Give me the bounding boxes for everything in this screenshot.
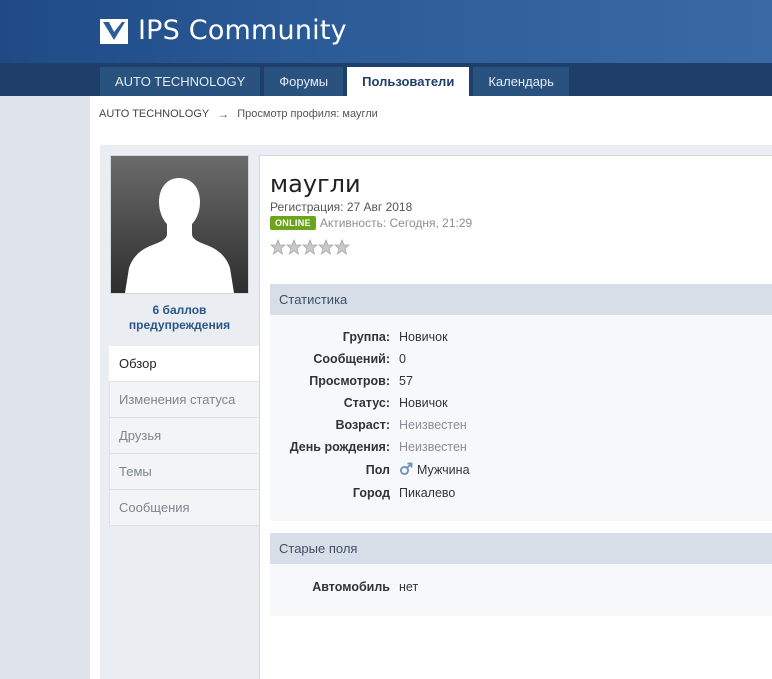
site-title: IPS Community [138, 14, 347, 46]
warning-points-count: 6 баллов [152, 303, 207, 317]
star-icon[interactable] [286, 239, 302, 255]
stat-value: Пикалево [399, 486, 456, 500]
stat-value: 0 [399, 352, 406, 366]
star-icon[interactable] [270, 239, 286, 255]
stat-label: Пол [365, 463, 390, 477]
field-value: нет [399, 580, 419, 594]
last-activity: Активность: Сегодня, 21:29 [319, 216, 473, 230]
profile-main: маугли Регистрация: 27 Авг 2018 ONLINE А… [259, 155, 772, 679]
stat-value: Неизвестен [399, 440, 467, 454]
stat-label: День рождения: [289, 440, 390, 454]
breadcrumb-current: Просмотр профиля: маугли [237, 108, 378, 120]
main-nav: AUTO TECHNOLOGY Форумы Пользователи Кале… [0, 63, 772, 96]
star-icon[interactable] [334, 239, 350, 255]
old-fields-section-title: Старые поля [270, 533, 772, 564]
warning-points-label: предупреждения [128, 318, 231, 332]
stat-value: Новичок [399, 330, 448, 344]
profile-status-line: ONLINE Активность: Сегодня, 21:29 [270, 216, 472, 230]
star-icon[interactable] [302, 239, 318, 255]
menu-item-status-updates[interactable]: Изменения статуса [109, 382, 259, 418]
stat-value: Мужчина [417, 463, 470, 477]
profile-joined-date: Регистрация: 27 Авг 2018 [270, 200, 413, 214]
stat-row-group: Группа: Новичок [270, 326, 772, 348]
breadcrumb-arrow-icon: → [217, 107, 230, 121]
breadcrumb: AUTO TECHNOLOGY → Просмотр профиля: мауг… [99, 107, 378, 121]
avatar[interactable] [110, 155, 249, 294]
stats-section-title: Статистика [270, 284, 772, 315]
tab-auto-technology[interactable]: AUTO TECHNOLOGY [100, 67, 261, 96]
site-logo[interactable]: IPS Community [100, 14, 347, 46]
profile-container: 6 баллов предупреждения Обзор Изменения … [100, 145, 772, 679]
field-label: Автомобиль [312, 580, 390, 594]
warning-points-link[interactable]: 6 баллов предупреждения [100, 303, 259, 333]
stat-row-city: Город Пикалево [270, 482, 772, 504]
page-content: AUTO TECHNOLOGY → Просмотр профиля: мауг… [90, 96, 772, 679]
menu-item-overview[interactable]: Обзор [109, 346, 259, 382]
stat-label: Город [352, 486, 390, 500]
tab-members[interactable]: Пользователи [347, 67, 470, 96]
stat-value: Неизвестен [399, 418, 467, 432]
profile-menu: Обзор Изменения статуса Друзья Темы Сооб… [109, 346, 259, 526]
online-badge: ONLINE [270, 216, 316, 230]
stat-label: Сообщений: [313, 352, 390, 366]
stat-label: Возраст: [335, 418, 390, 432]
old-fields-section: Автомобиль нет [270, 564, 772, 616]
menu-item-friends[interactable]: Друзья [109, 418, 259, 454]
stat-label: Статус: [343, 396, 390, 410]
stats-section: Группа: Новичок Сообщений: 0 Просмотров:… [270, 315, 772, 521]
menu-item-posts[interactable]: Сообщения [109, 490, 259, 526]
stat-row-age: Возраст: Неизвестен [270, 414, 772, 436]
site-header: IPS Community [0, 0, 772, 63]
stat-row-status: Статус: Новичок [270, 392, 772, 414]
stat-value: Новичок [399, 396, 448, 410]
stat-value: 57 [399, 374, 413, 388]
tab-calendar[interactable]: Календарь [473, 67, 569, 96]
stat-row-birthday: День рождения: Неизвестен [270, 436, 772, 458]
stat-row-posts: Сообщений: 0 [270, 348, 772, 370]
tab-forums[interactable]: Форумы [264, 67, 344, 96]
old-field-row-car: Автомобиль нет [270, 576, 772, 598]
stat-row-gender: Пол Мужчина [270, 459, 772, 481]
ips-logo-icon [100, 19, 128, 44]
male-gender-icon [400, 462, 413, 475]
stat-value-gender: Мужчина [399, 459, 470, 481]
stat-label: Группа: [342, 330, 390, 344]
stat-label: Просмотров: [309, 374, 390, 388]
breadcrumb-home-link[interactable]: AUTO TECHNOLOGY [99, 108, 209, 120]
menu-item-topics[interactable]: Темы [109, 454, 259, 490]
profile-username: маугли [270, 170, 361, 198]
stat-row-views: Просмотров: 57 [270, 370, 772, 392]
rating-stars[interactable] [270, 239, 350, 255]
default-avatar-silhouette [111, 156, 248, 293]
star-icon[interactable] [318, 239, 334, 255]
